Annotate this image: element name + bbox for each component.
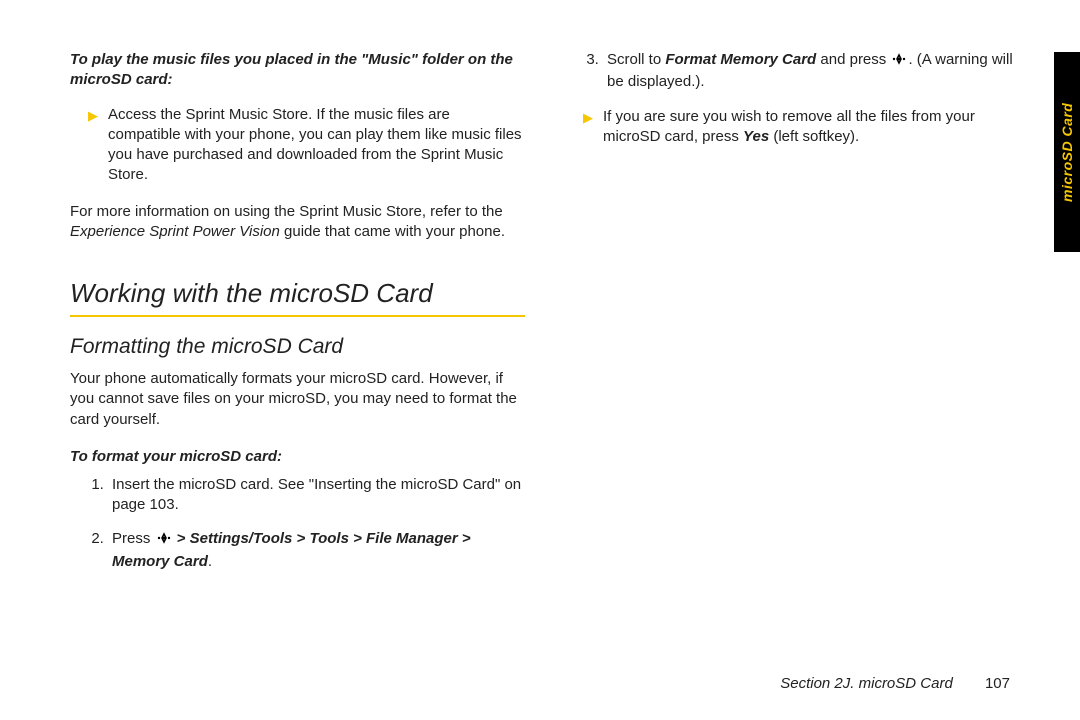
section-heading: Working with the microSD Card xyxy=(70,278,525,309)
more-info-paragraph: For more information on using the Sprint… xyxy=(70,202,525,243)
procedure-heading: To format your microSD card: xyxy=(70,448,525,465)
right-column: Scroll to Format Memory Card and press .… xyxy=(565,50,1020,690)
manual-page: To play the music files you placed in th… xyxy=(0,0,1080,720)
text-fragment: For more information on using the Sprint… xyxy=(70,203,503,220)
bullet-item: ▶ Access the Sprint Music Store. If the … xyxy=(88,105,525,186)
intro-heading: To play the music files you placed in th… xyxy=(70,50,525,91)
text-fragment: and press xyxy=(816,51,890,68)
text-fragment: Scroll to xyxy=(607,51,665,68)
step-1: Insert the microSD card. See "Inserting … xyxy=(108,475,525,516)
menu-item-bold: Format Memory Card xyxy=(665,51,816,68)
format-paragraph: Your phone automatically formats your mi… xyxy=(70,369,525,430)
nav-key-icon xyxy=(156,531,172,551)
page-footer: Section 2J. microSD Card 107 xyxy=(780,675,1010,692)
page-number: 107 xyxy=(985,675,1010,692)
triangle-bullet-icon: ▶ xyxy=(88,105,98,186)
bullet-text: Access the Sprint Music Store. If the mu… xyxy=(108,105,525,186)
step-list-continued: Scroll to Format Memory Card and press .… xyxy=(565,50,1020,107)
nav-key-icon xyxy=(891,52,907,72)
footer-section: Section 2J. microSD Card xyxy=(780,675,953,692)
bullet-item: ▶ If you are sure you wish to remove all… xyxy=(583,107,1020,148)
text-fragment: (left softkey). xyxy=(769,128,859,145)
thumb-tab: microSD Card xyxy=(1054,52,1080,252)
text-fragment: Press xyxy=(112,530,155,547)
triangle-bullet-icon: ▶ xyxy=(583,107,593,148)
text-fragment: guide that came with your phone. xyxy=(280,223,505,240)
step-text: Insert the microSD card. See "Inserting … xyxy=(112,476,521,513)
step-3: Scroll to Format Memory Card and press .… xyxy=(603,50,1020,93)
softkey-bold: Yes xyxy=(743,128,769,145)
left-column: To play the music files you placed in th… xyxy=(70,50,525,690)
divider-rule xyxy=(70,315,525,317)
subsection-heading: Formatting the microSD Card xyxy=(70,335,525,359)
guide-title-italic: Experience Sprint Power Vision xyxy=(70,223,280,240)
step-list: Insert the microSD card. See "Inserting … xyxy=(70,475,525,586)
bullet-text: If you are sure you wish to remove all t… xyxy=(603,107,1020,148)
step-2: Press > Settings/Tools > Tools > File Ma… xyxy=(108,529,525,572)
